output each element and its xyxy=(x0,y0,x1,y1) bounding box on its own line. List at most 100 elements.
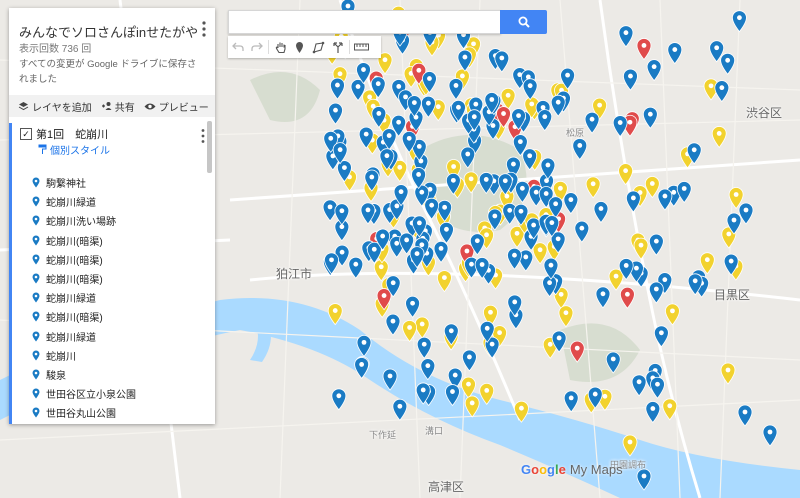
pin-dot xyxy=(537,247,543,253)
pin-dot xyxy=(469,261,474,267)
pin-dot xyxy=(438,245,444,251)
pin-dot xyxy=(511,161,516,167)
place-name: 蛇崩川(暗渠) xyxy=(46,313,103,325)
pin-dot xyxy=(623,30,629,36)
pin-dot xyxy=(484,325,490,331)
place-list-item[interactable]: 蛇崩川(暗渠) xyxy=(32,250,136,269)
pin-dot xyxy=(568,197,574,203)
pin-dot xyxy=(670,308,675,314)
redo-button[interactable] xyxy=(247,36,266,58)
add-marker-button[interactable] xyxy=(290,36,309,58)
place-list-item[interactable]: 世田谷丸山公園 xyxy=(32,403,136,422)
pin-dot xyxy=(725,367,731,373)
pin-dot xyxy=(397,403,403,409)
map-label-matsubara: 松原 xyxy=(566,129,585,139)
google-wordmark: Google xyxy=(521,462,566,477)
pin-dot xyxy=(339,249,345,255)
place-list-item[interactable]: 世田谷区立小泉公園 xyxy=(32,384,136,403)
panel-actions: レイヤを追加 共有 プレビュー xyxy=(9,95,215,117)
pin-dot xyxy=(384,153,390,159)
pin-dot xyxy=(429,202,435,208)
map-title[interactable]: みんなでソロさんぽinせたがや xyxy=(19,22,198,41)
pin-dot xyxy=(568,395,574,401)
pin-dot xyxy=(450,389,455,394)
pin-dot xyxy=(737,15,742,21)
place-list-item[interactable]: 蛇崩川緑道 xyxy=(32,327,136,346)
pin-dot xyxy=(553,201,559,207)
layer-style-link[interactable]: 個別スタイル xyxy=(38,142,110,157)
preview-button[interactable]: プレビュー xyxy=(144,99,209,114)
pin-dot xyxy=(425,363,431,369)
pin-dot xyxy=(577,143,583,148)
pin-dot xyxy=(414,251,420,256)
directions-button[interactable] xyxy=(328,36,347,58)
pin-dot xyxy=(743,207,749,213)
undo-button[interactable] xyxy=(228,36,247,58)
marker-icon xyxy=(32,215,40,226)
place-list-item[interactable]: 蛇崩川 xyxy=(32,346,136,365)
mymaps-wordmark: My Maps xyxy=(569,462,623,477)
pin-dot xyxy=(726,231,732,237)
pin-dot xyxy=(435,104,441,110)
measure-button[interactable] xyxy=(352,36,371,58)
pin-dot xyxy=(355,84,361,89)
pin-dot xyxy=(386,133,392,138)
share-button[interactable]: 共有 xyxy=(101,99,135,114)
more-vert-icon[interactable] xyxy=(199,20,209,38)
place-name: 世田谷丸山公園 xyxy=(46,409,116,421)
place-list-item[interactable]: 駿泉 xyxy=(32,365,136,384)
pin-dot xyxy=(507,207,513,213)
pin-dot xyxy=(658,330,664,336)
place-list-item[interactable]: 蛇崩川(暗渠) xyxy=(32,269,136,288)
pin-dot xyxy=(731,217,737,223)
pin-dot xyxy=(407,325,412,330)
pin-dot xyxy=(499,55,505,61)
pin-dot xyxy=(489,97,495,102)
add-layer-button[interactable]: レイヤを追加 xyxy=(18,99,92,114)
map-label-shibuya: 渋谷区 xyxy=(746,106,783,120)
pin-dot xyxy=(406,135,412,141)
layer-more-icon[interactable] xyxy=(200,128,206,144)
marker-icon xyxy=(32,177,40,188)
pin-dot xyxy=(442,275,447,280)
draw-line-button[interactable] xyxy=(309,36,328,58)
pin-dot xyxy=(376,111,382,116)
place-list-item[interactable]: プロムナード xyxy=(32,422,136,424)
place-name: 蛇崩川(暗渠) xyxy=(46,255,103,267)
search-input[interactable] xyxy=(229,11,501,33)
pin-dot xyxy=(647,111,653,117)
panel-scrollbar[interactable] xyxy=(207,121,212,173)
pin-dot xyxy=(473,101,479,107)
pin-dot xyxy=(519,185,525,191)
pin-dot xyxy=(396,119,402,125)
search-box[interactable] xyxy=(228,10,501,34)
place-list-item[interactable]: 蛇崩川(暗渠) xyxy=(32,231,136,250)
place-list-item[interactable]: 蛇崩川緑道 xyxy=(32,192,136,211)
pin-dot xyxy=(641,43,647,48)
pin-dot xyxy=(416,220,422,226)
pin-dot xyxy=(327,204,333,210)
place-list-item[interactable]: 蛇崩川(暗渠) xyxy=(32,307,136,326)
search-button[interactable] xyxy=(500,10,547,34)
pin-dot xyxy=(681,186,687,191)
pin-dot xyxy=(523,254,529,260)
place-list-item[interactable]: 蛇崩川緑道 xyxy=(32,288,136,307)
pin-dot xyxy=(519,405,524,411)
hand-tool-button[interactable] xyxy=(271,36,290,58)
marker-icon xyxy=(32,350,40,361)
place-list-item[interactable]: 駒繋神社 xyxy=(32,173,136,192)
place-name: 蛇崩川(暗渠) xyxy=(46,275,103,287)
pin-dot xyxy=(380,233,386,239)
pin-dot xyxy=(403,94,408,100)
pin-dot xyxy=(453,83,459,88)
pin-dot xyxy=(501,111,506,116)
pin-dot xyxy=(624,291,630,297)
pin-dot xyxy=(545,162,551,168)
place-list-item[interactable]: 蛇崩川洗い場跡 xyxy=(32,211,136,230)
layer-visibility-checkbox[interactable]: ✓ xyxy=(20,128,32,140)
pin-dot xyxy=(359,362,365,367)
pin-dot xyxy=(371,246,377,252)
pin-dot xyxy=(489,341,495,347)
layer-name[interactable]: 第1回 蛇崩川 xyxy=(36,126,108,142)
pin-dot xyxy=(704,257,710,263)
